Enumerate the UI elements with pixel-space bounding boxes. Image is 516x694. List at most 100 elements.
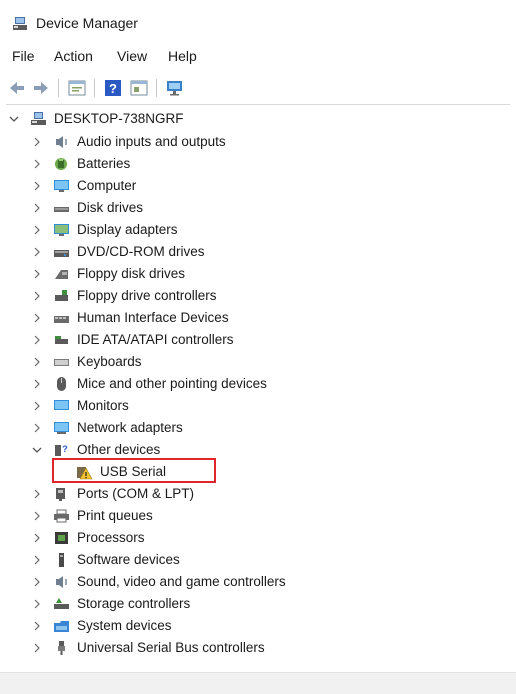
speaker-icon xyxy=(56,576,67,588)
device-manager-icon xyxy=(13,17,27,30)
toolbar-separator xyxy=(58,79,59,97)
tree-item-hid[interactable]: Human Interface Devices xyxy=(0,307,516,329)
tree-item-storage[interactable]: Storage controllers xyxy=(0,593,516,615)
computer-root-icon xyxy=(31,112,46,125)
chevron-right-icon[interactable] xyxy=(31,553,43,567)
tree-item-label: Computer xyxy=(77,178,137,193)
floppy-controller-icon xyxy=(55,290,68,301)
disk-drive-icon xyxy=(54,207,69,212)
scan-hardware-icon[interactable] xyxy=(164,77,186,99)
chevron-right-icon[interactable] xyxy=(31,575,43,589)
chevron-right-icon[interactable] xyxy=(31,179,43,193)
menu-action[interactable]: Action xyxy=(52,48,95,64)
menu-view[interactable]: View xyxy=(115,48,149,64)
printer-icon xyxy=(54,509,69,523)
tree-item-label: Batteries xyxy=(77,156,131,171)
chevron-right-icon[interactable] xyxy=(31,311,43,325)
system-devices-icon xyxy=(54,621,69,632)
tree-item-audio[interactable]: Audio inputs and outputs xyxy=(0,131,516,153)
port-icon xyxy=(56,488,65,501)
ide-controller-icon xyxy=(55,336,68,344)
back-arrow-icon[interactable] xyxy=(6,77,28,99)
tree-item-disk-drives[interactable]: Disk drives xyxy=(0,197,516,219)
menu-help[interactable]: Help xyxy=(166,48,199,64)
tree-item-ide[interactable]: IDE ATA/ATAPI controllers xyxy=(0,329,516,351)
tree-item-label: Other devices xyxy=(77,442,161,457)
tree-item-floppy-drives[interactable]: Floppy disk drives xyxy=(0,263,516,285)
help-icon[interactable]: ? xyxy=(102,77,124,99)
chevron-right-icon[interactable] xyxy=(31,135,43,149)
tree-root[interactable]: DESKTOP-738NGRF xyxy=(0,108,516,130)
tree-item-monitors[interactable]: Monitors xyxy=(0,395,516,417)
toolbar: ? xyxy=(0,74,516,102)
tree-item-label: Universal Serial Bus controllers xyxy=(77,640,265,655)
chevron-right-icon[interactable] xyxy=(31,223,43,237)
monitor-icon xyxy=(54,180,69,192)
chevron-right-icon[interactable] xyxy=(31,509,43,523)
chevron-right-icon[interactable] xyxy=(31,289,43,303)
chevron-right-icon[interactable] xyxy=(31,421,43,435)
highlight-box xyxy=(52,458,216,483)
tree-item-network[interactable]: Network adapters xyxy=(0,417,516,439)
mouse-icon xyxy=(57,377,66,391)
title-bar: Device Manager xyxy=(0,0,516,44)
tree-item-keyboards[interactable]: Keyboards xyxy=(0,351,516,373)
tree-item-batteries[interactable]: Batteries xyxy=(0,153,516,175)
tree-item-processors[interactable]: Processors xyxy=(0,527,516,549)
tree-item-floppy-controllers[interactable]: Floppy drive controllers xyxy=(0,285,516,307)
usb-icon xyxy=(58,641,65,655)
display-adapter-icon xyxy=(54,224,69,236)
window-title: Device Manager xyxy=(36,15,138,31)
chevron-right-icon[interactable] xyxy=(31,377,43,391)
tree-item-sound[interactable]: Sound, video and game controllers xyxy=(0,571,516,593)
chevron-right-icon[interactable] xyxy=(31,487,43,501)
tree-item-label: Floppy drive controllers xyxy=(77,288,217,303)
tree-item-label: Print queues xyxy=(77,508,153,523)
chevron-right-icon[interactable] xyxy=(31,597,43,611)
unknown-device-icon: ? xyxy=(55,444,68,456)
chevron-down-icon[interactable] xyxy=(31,443,43,457)
chevron-right-icon[interactable] xyxy=(31,531,43,545)
tree-item-label: Display adapters xyxy=(77,222,178,237)
chevron-right-icon[interactable] xyxy=(31,399,43,413)
chevron-right-icon[interactable] xyxy=(31,641,43,655)
chevron-right-icon[interactable] xyxy=(31,267,43,281)
tree-item-software-devices[interactable]: Software devices xyxy=(0,549,516,571)
tree-item-label: Mice and other pointing devices xyxy=(77,376,267,391)
software-device-icon xyxy=(59,553,64,567)
chevron-right-icon[interactable] xyxy=(31,245,43,259)
tree-item-label: Processors xyxy=(77,530,145,545)
chevron-right-icon[interactable] xyxy=(31,355,43,369)
chevron-right-icon[interactable] xyxy=(31,201,43,215)
chevron-right-icon[interactable] xyxy=(31,619,43,633)
tree-item-label: Disk drives xyxy=(77,200,144,215)
tree-item-usb-controllers[interactable]: Universal Serial Bus controllers xyxy=(0,637,516,659)
network-adapter-icon xyxy=(54,422,69,434)
chevron-down-icon[interactable] xyxy=(8,112,20,126)
tree-item-label: Human Interface Devices xyxy=(77,310,229,325)
tree-item-label: Floppy disk drives xyxy=(77,266,186,281)
toolbar-divider xyxy=(6,104,510,105)
optical-drive-icon xyxy=(54,250,69,257)
keyboard-icon xyxy=(54,359,69,366)
update-driver-icon[interactable] xyxy=(128,77,150,99)
toolbar-separator xyxy=(94,79,95,97)
speaker-icon xyxy=(56,136,67,148)
tree-item-mice[interactable]: Mice and other pointing devices xyxy=(0,373,516,395)
svg-text:?: ? xyxy=(109,81,117,96)
tree-item-label: System devices xyxy=(77,618,172,633)
tree-item-label: IDE ATA/ATAPI controllers xyxy=(77,332,234,347)
tree-item-computer[interactable]: Computer xyxy=(0,175,516,197)
tree-item-dvd-drives[interactable]: DVD/CD-ROM drives xyxy=(0,241,516,263)
tree-item-ports[interactable]: Ports (COM & LPT) xyxy=(0,483,516,505)
chevron-right-icon[interactable] xyxy=(31,157,43,171)
tree-item-label: Storage controllers xyxy=(77,596,191,611)
tree-item-display-adapters[interactable]: Display adapters xyxy=(0,219,516,241)
tree-item-system[interactable]: System devices xyxy=(0,615,516,637)
properties-icon[interactable] xyxy=(66,77,88,99)
tree-item-print-queues[interactable]: Print queues xyxy=(0,505,516,527)
chevron-right-icon[interactable] xyxy=(31,333,43,347)
menu-file[interactable]: File xyxy=(10,48,37,64)
forward-arrow-icon[interactable] xyxy=(30,77,52,99)
tree-root-label: DESKTOP-738NGRF xyxy=(54,111,184,126)
